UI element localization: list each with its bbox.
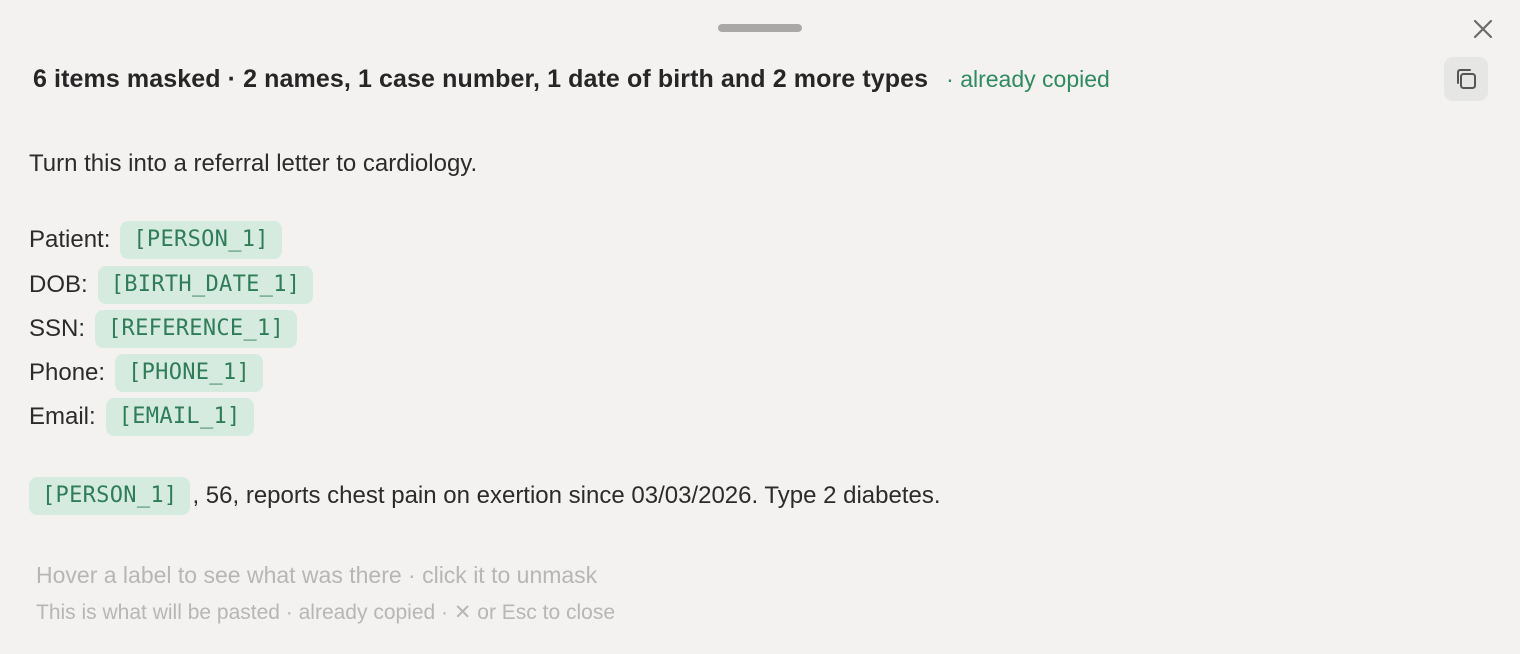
field-row-email: Email: [EMAIL_1] [29,397,254,437]
copy-icon [1457,69,1476,89]
field-label: DOB: [29,271,88,298]
drag-handle[interactable] [718,24,802,32]
narrative-line: [PERSON_1] , 56, reports chest pain on e… [29,476,941,516]
paste-info: This is what will be pasted · already co… [36,601,616,624]
hover-hint: Hover a label to see what was there · cl… [36,562,598,588]
masked-summary: 6 items masked · 2 names, 1 case number,… [33,64,929,93]
field-row-phone: Phone: [PHONE_1] [29,353,263,393]
copy-button[interactable] [1444,57,1488,101]
masked-token[interactable]: [PERSON_1] [29,477,191,515]
close-icon [1473,19,1493,39]
instruction-text: Turn this into a referral letter to card… [29,150,478,177]
close-button[interactable] [1468,14,1498,44]
field-label: SSN: [29,315,86,342]
masked-token[interactable]: [PERSON_1] [120,221,282,259]
field-label: Phone: [29,359,106,386]
masked-token[interactable]: [BIRTH_DATE_1] [97,266,314,304]
copied-status: · already copied [946,65,1110,92]
field-label: Patient: [29,226,111,253]
field-label: Email: [29,403,96,430]
masked-token[interactable]: [REFERENCE_1] [95,310,298,348]
masked-token[interactable]: [EMAIL_1] [105,398,254,436]
field-row-dob: DOB: [BIRTH_DATE_1] [29,265,314,305]
masking-preview-panel: 6 items masked · 2 names, 1 case number,… [0,0,1520,654]
field-row-ssn: SSN: [REFERENCE_1] [29,309,298,349]
header: 6 items masked · 2 names, 1 case number,… [33,60,1110,98]
field-row-patient: Patient: [PERSON_1] [29,220,282,260]
narrative-text: , 56, reports chest pain on exertion sin… [192,482,941,509]
masked-token[interactable]: [PHONE_1] [115,354,263,392]
